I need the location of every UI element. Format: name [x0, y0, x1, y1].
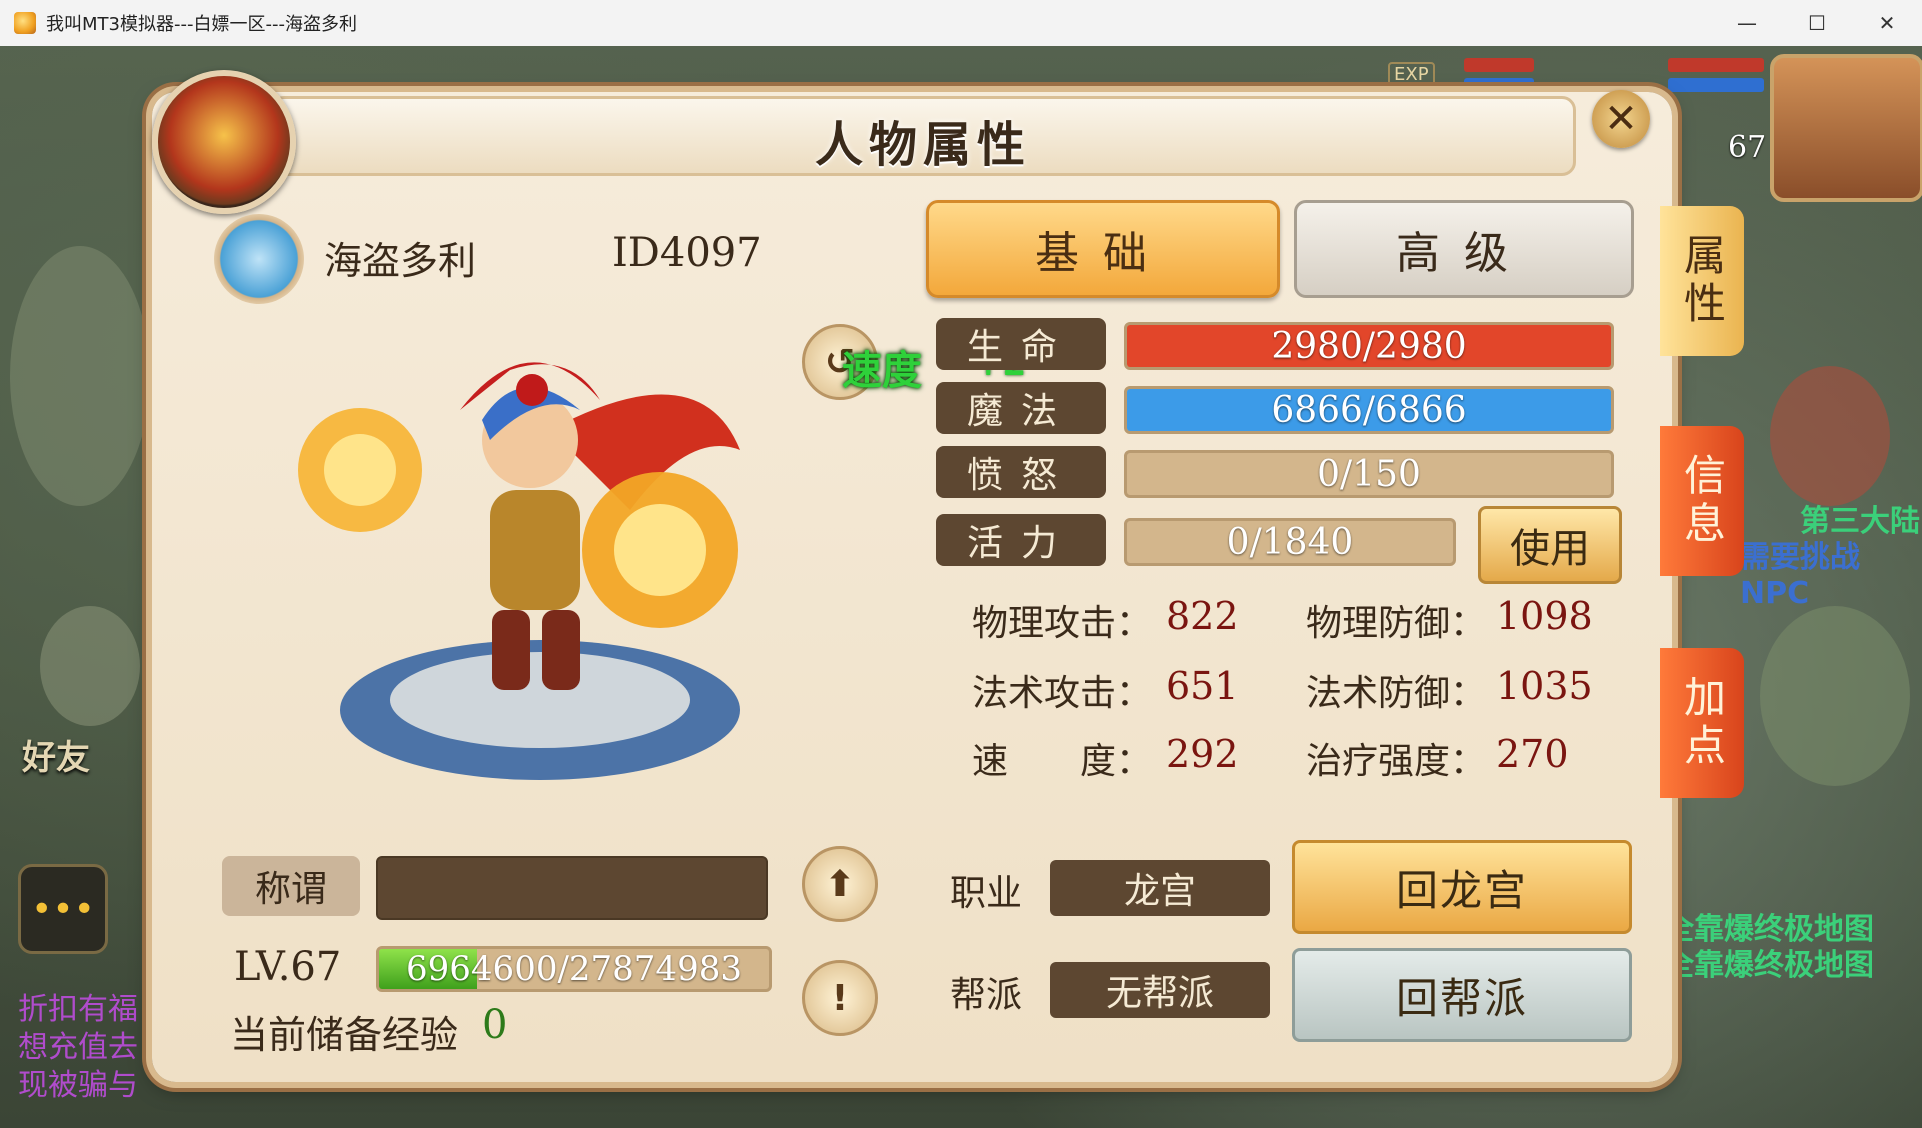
- title-field[interactable]: [376, 856, 768, 920]
- exclamation-icon: !: [831, 977, 849, 1019]
- background-tree: [1760, 606, 1910, 786]
- character-portrait: [298, 362, 740, 780]
- info-button[interactable]: !: [802, 960, 878, 1036]
- reserve-exp-value: 0: [482, 1002, 508, 1048]
- vigor-value: 0/1840: [1226, 521, 1354, 563]
- side-tab-attributes[interactable]: 属性: [1660, 206, 1744, 356]
- app-icon: [14, 12, 36, 34]
- return-guild-button[interactable]: 回帮派: [1292, 948, 1632, 1042]
- character-id: ID4097: [612, 230, 762, 276]
- friends-button[interactable]: 好友: [22, 730, 90, 779]
- hud-mp-bar-2: [1668, 78, 1764, 92]
- rage-bar: 0/150: [1124, 450, 1614, 498]
- window-title: 我叫MT3模拟器---白嫖一区---海盗多利: [46, 14, 357, 35]
- window-titlebar: 我叫MT3模拟器---白嫖一区---海盗多利 — ☐ ✕: [0, 0, 1922, 47]
- portrait-hat-gem: [516, 374, 548, 406]
- background-tree: [40, 606, 140, 726]
- hp-value: 2980/2980: [1271, 325, 1467, 367]
- return-home-button[interactable]: 回龙宫: [1292, 840, 1632, 934]
- portrait-leg-left: [492, 610, 530, 690]
- mag-def-label: 法术防御：: [1306, 673, 1487, 714]
- speed-buff-text: 速度: [842, 348, 922, 394]
- portrait-hammer-right-core: [614, 504, 706, 596]
- portrait-platform: [390, 652, 690, 748]
- use-button[interactable]: 使用: [1478, 506, 1622, 584]
- panel-title: 人物属性: [814, 117, 1031, 173]
- title-label: 称谓: [222, 856, 360, 916]
- rage-label: 愤怒: [936, 446, 1106, 498]
- phys-atk-label: 物理攻击：: [972, 603, 1153, 644]
- portrait-leg-right: [542, 610, 580, 690]
- hud-mp-bar: [1464, 78, 1534, 92]
- speed-label: 速 度：: [972, 741, 1153, 782]
- maximize-button[interactable]: ☐: [1782, 0, 1852, 46]
- emblem-icon: [152, 70, 296, 214]
- rage-value: 0/150: [1317, 453, 1421, 495]
- window-controls: — ☐ ✕: [1712, 0, 1922, 46]
- upgrade-button[interactable]: ⬆: [802, 846, 878, 922]
- guild-value: 无帮派: [1050, 962, 1270, 1018]
- mag-atk-value: 651: [1166, 664, 1239, 708]
- hud-level: 67: [1728, 130, 1767, 165]
- heal-label: 治疗强度：: [1306, 741, 1487, 782]
- vigor-bar: 0/1840: [1124, 518, 1456, 566]
- reserve-exp-label: 当前储备经验: [230, 1013, 459, 1057]
- portrait-armor: [490, 490, 580, 610]
- guild-label: 帮派: [950, 975, 1023, 1016]
- phys-def-value: 1098: [1496, 594, 1593, 638]
- job-label: 职业: [950, 873, 1023, 914]
- mag-def-value: 1035: [1496, 664, 1593, 708]
- chat-bubble-icon: •••: [31, 888, 95, 930]
- job-value: 龙宫: [1050, 860, 1270, 916]
- hud-hp-bar-2: [1668, 58, 1764, 72]
- phys-atk-value: 822: [1166, 594, 1239, 638]
- character-name: 海盗多利: [324, 239, 477, 283]
- hp-bar: 2980/2980: [1124, 322, 1614, 370]
- hud-hp-bar: [1464, 58, 1534, 72]
- hud-avatar[interactable]: [1770, 54, 1922, 202]
- upload-icon: ⬆: [824, 863, 856, 905]
- exp-value: 6964600/27874983: [406, 949, 742, 989]
- window-close-button[interactable]: ✕: [1852, 0, 1922, 46]
- side-tab-points[interactable]: 加点: [1660, 648, 1744, 798]
- mp-bar: 6866/6866: [1124, 386, 1614, 434]
- exp-tag: EXP: [1388, 62, 1435, 87]
- title-band: 人物属性: [270, 96, 1576, 176]
- tab-basic[interactable]: 基础: [926, 200, 1280, 298]
- speed-value: 292: [1166, 732, 1239, 776]
- map-hint: 全靠爆终极地图: [1664, 948, 1874, 983]
- chat-line: 现被骗与: [18, 1068, 138, 1103]
- mag-atk-label: 法术攻击：: [972, 673, 1153, 714]
- background-house: [10, 246, 150, 506]
- heal-value: 270: [1496, 732, 1569, 776]
- level-text: LV.67: [234, 944, 342, 990]
- mp-label: 魔法: [936, 382, 1106, 434]
- minimize-button[interactable]: —: [1712, 0, 1782, 46]
- hp-label: 生命: [936, 318, 1106, 370]
- portrait-hammer-left-core: [324, 434, 396, 506]
- background-npc: [1770, 366, 1890, 506]
- map-hint: 需要挑战NPC: [1740, 540, 1860, 611]
- side-tab-info[interactable]: 信息: [1660, 426, 1744, 576]
- phys-def-label: 物理防御：: [1306, 603, 1487, 644]
- vigor-label: 活力: [936, 514, 1106, 566]
- panel-close-button[interactable]: ✕: [1592, 90, 1650, 148]
- tab-advanced[interactable]: 高级: [1294, 200, 1634, 298]
- mp-value: 6866/6866: [1271, 389, 1467, 431]
- exp-bar: 6964600/27874983: [376, 946, 772, 992]
- chat-button[interactable]: •••: [18, 864, 108, 954]
